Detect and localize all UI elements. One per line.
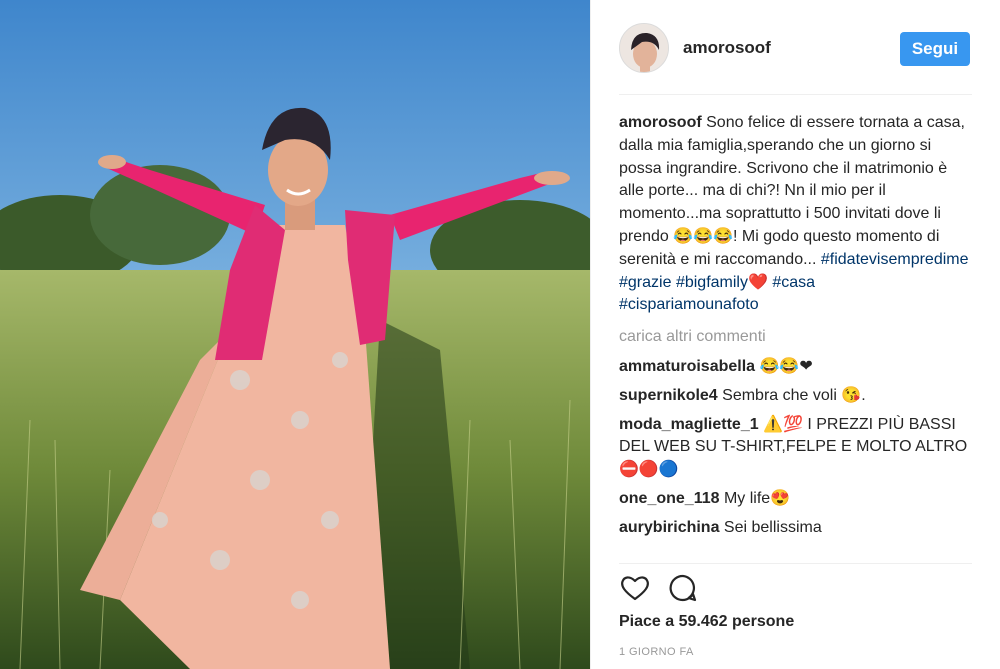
comment-text: Sembra che voli 😘. [717, 386, 866, 404]
post-photo[interactable] [0, 0, 590, 669]
action-bar [619, 572, 972, 606]
comment-text: Sei bellissima [719, 518, 822, 536]
post-sidebar: amorosoof Segui amorosoof Sono felice di… [590, 0, 1000, 669]
caption-author[interactable]: amorosoof [619, 114, 702, 131]
hashtag-link[interactable]: #casa [772, 274, 815, 291]
hashtag-link[interactable]: #cispariamounafoto [619, 296, 759, 313]
comment-username[interactable]: supernikole4 [619, 387, 718, 404]
likes-count[interactable]: Piace a 59.462 persone [619, 613, 794, 631]
hashtag-link[interactable]: #grazie [619, 274, 671, 291]
hashtag-link[interactable]: #fidatevisempredime [821, 251, 969, 268]
comments-section: amorosoof Sono felice di essere tornata … [619, 112, 975, 546]
comment-item: ammaturoisabella 😂😂❤ [619, 356, 975, 379]
divider [619, 563, 972, 564]
heart-icon[interactable] [619, 572, 651, 604]
comment-item: aurybirichina Sei bellissima [619, 517, 975, 540]
avatar[interactable] [619, 23, 669, 73]
comment-text: 😂😂❤ [755, 357, 813, 375]
comment-item: moda_magliette_1 ⚠️💯 I PREZZI PIÙ BASSI … [619, 414, 975, 482]
post-caption: amorosoof Sono felice di essere tornata … [619, 112, 975, 317]
caption-emoji: 😂😂😂 [673, 227, 734, 245]
instagram-post: amorosoof Segui amorosoof Sono felice di… [0, 0, 1000, 669]
caption-text: Sono felice di essere tornata a casa, da… [619, 114, 965, 245]
comment-item: supernikole4 Sembra che voli 😘. [619, 385, 975, 408]
comment-username[interactable]: ammaturoisabella [619, 358, 755, 375]
header-username[interactable]: amorosoof [683, 38, 771, 58]
hashtag-link[interactable]: #bigfamily [676, 274, 748, 291]
comment-icon[interactable] [667, 572, 699, 604]
comment-username[interactable]: aurybirichina [619, 519, 719, 536]
comment-item: one_one_118 My life😍 [619, 488, 975, 511]
comment-text: My life😍 [719, 489, 791, 507]
heart-emoji: ❤️ [747, 273, 768, 291]
comment-username[interactable]: one_one_118 [619, 490, 720, 507]
post-header: amorosoof Segui [619, 23, 972, 95]
load-more-comments[interactable]: carica altri commenti [619, 326, 975, 349]
follow-button[interactable]: Segui [900, 32, 970, 66]
post-timestamp[interactable]: 1 GIORNO FA [619, 646, 694, 658]
comment-username[interactable]: moda_magliette_1 [619, 416, 759, 433]
